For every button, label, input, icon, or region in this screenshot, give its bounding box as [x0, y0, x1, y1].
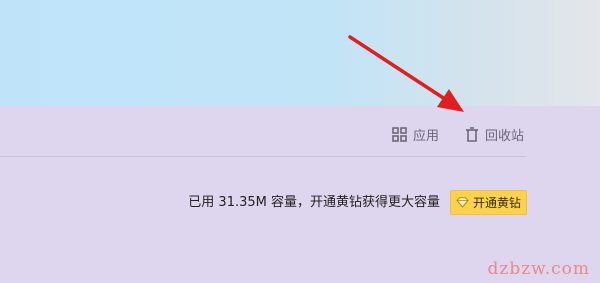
- diamond-icon: [456, 197, 469, 208]
- divider: [0, 156, 526, 157]
- recycle-bin-button[interactable]: 回收站: [465, 124, 524, 144]
- watermark: dzbzw.com: [487, 259, 590, 279]
- trash-icon: [466, 126, 478, 142]
- grid-icon: [392, 126, 407, 142]
- recycle-bin-label: 回收站: [485, 128, 525, 144]
- apps-button-label: 应用: [413, 128, 440, 144]
- upgrade-vip-button[interactable]: 开通黄钻: [450, 190, 527, 215]
- header-banner: [0, 0, 600, 106]
- apps-button[interactable]: 应用: [392, 124, 439, 144]
- upgrade-vip-label: 开通黄钻: [472, 196, 521, 210]
- storage-usage-text: 已用 31.35M 容量，开通黄钻获得更大容量: [188, 195, 440, 210]
